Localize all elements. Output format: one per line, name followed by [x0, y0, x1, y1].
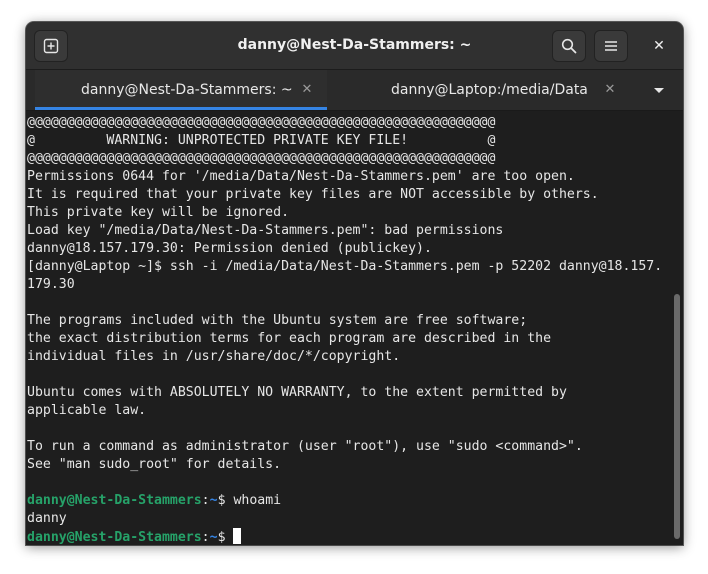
terminal-line: Ubuntu comes with ABSOLUTELY NO WARRANTY…: [27, 385, 567, 400]
new-tab-icon: [43, 38, 59, 54]
tab-close-icon[interactable]: ✕: [602, 82, 618, 98]
terminal-line: individual files in /usr/share/doc/*/cop…: [27, 349, 401, 364]
text-cursor: [233, 528, 242, 544]
prompt-user: danny@Nest-Da-Stammers: [27, 493, 202, 508]
command-output: danny: [27, 511, 67, 526]
terminal-line: The programs included with the Ubuntu sy…: [27, 313, 528, 328]
hamburger-menu-icon: [605, 41, 617, 51]
headerbar: danny@Nest-Da-Stammers: ~ ✕: [26, 22, 683, 70]
active-tab-indicator: [35, 107, 327, 110]
prompt-separator: :: [201, 493, 210, 508]
terminal-line: To run a command as administrator (user …: [27, 439, 583, 454]
chevron-down-icon: [654, 88, 664, 93]
terminal-window: danny@Nest-Da-Stammers: ~ ✕ danny@Nest-D…: [26, 22, 683, 545]
new-tab-button[interactable]: [34, 30, 68, 62]
close-icon: ✕: [653, 38, 665, 54]
prompt-path: ~: [209, 493, 218, 508]
terminal-line: applicable law.: [27, 403, 147, 418]
search-button[interactable]: [552, 30, 586, 62]
menu-button[interactable]: [594, 30, 628, 62]
tab-label: danny@Laptop:/media/Data: [391, 82, 588, 98]
prompt-symbol: $: [217, 530, 234, 545]
terminal-line: Permissions 0644 for '/media/Data/Nest-D…: [27, 169, 575, 184]
terminal-line: the exact distribution terms for each pr…: [27, 331, 552, 346]
terminal-line: Load key "/media/Data/Nest-Da-Stammers.p…: [27, 223, 504, 238]
tab-close-icon[interactable]: ✕: [299, 82, 315, 98]
prompt-command: whoami: [233, 493, 282, 508]
terminal-line: 179.30: [27, 277, 75, 292]
terminal-line: @@@@@@@@@@@@@@@@@@@@@@@@@@@@@@@@@@@@@@@@…: [27, 151, 496, 166]
tab-laptop-media-data[interactable]: danny@Laptop:/media/Data ✕: [328, 70, 620, 110]
active-prompt-line[interactable]: danny@Nest-Da-Stammers:~$: [27, 528, 242, 545]
terminal-line: It is required that your private key fil…: [27, 187, 599, 202]
tab-bar: danny@Nest-Da-Stammers: ~ ✕ danny@Laptop…: [26, 70, 683, 111]
terminal-line: [danny@Laptop ~]$ ssh -i /media/Data/Nes…: [27, 259, 663, 274]
tab-nest-da-stammers[interactable]: danny@Nest-Da-Stammers: ~ ✕: [35, 70, 327, 110]
prompt-symbol: $: [217, 493, 234, 508]
tab-menu-button[interactable]: [650, 82, 668, 98]
terminal-output[interactable]: @@@@@@@@@@@@@@@@@@@@@@@@@@@@@@@@@@@@@@@@…: [26, 111, 671, 545]
terminal-line: @ WARNING: UNPROTECTED PRIVATE KEY FILE!…: [27, 133, 496, 148]
scrollbar-thumb[interactable]: [674, 294, 680, 539]
terminal-line: See "man sudo_root" for details.: [27, 457, 282, 472]
search-icon: [561, 38, 577, 54]
terminal-line: This private key will be ignored.: [27, 205, 290, 220]
terminal-line: danny@18.157.179.30: Permission denied (…: [27, 241, 432, 256]
prompt-path: ~: [209, 530, 218, 545]
prompt-user: danny@Nest-Da-Stammers: [27, 530, 202, 545]
prompt-separator: :: [201, 530, 210, 545]
prompt-line: danny@Nest-Da-Stammers:~$ whoami: [27, 492, 281, 510]
terminal-scrollbar[interactable]: [671, 111, 683, 545]
tab-label: danny@Nest-Da-Stammers: ~: [81, 82, 293, 98]
close-window-button[interactable]: ✕: [646, 30, 672, 62]
terminal-line: @@@@@@@@@@@@@@@@@@@@@@@@@@@@@@@@@@@@@@@@…: [27, 115, 496, 130]
